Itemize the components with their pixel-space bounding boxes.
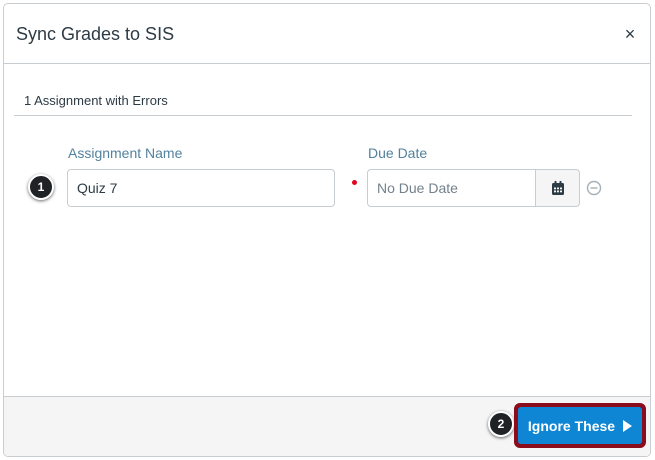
dialog-header: Sync Grades to SIS × [4,4,650,64]
calendar-icon [551,180,564,195]
due-date-input[interactable] [367,169,535,207]
play-icon [623,419,633,432]
ignore-these-label: Ignore These [527,417,616,434]
ignore-these-button-highlight: Ignore These [514,403,646,448]
calendar-button[interactable] [535,169,580,207]
step-callout-1: 1 [28,174,54,200]
dialog-title: Sync Grades to SIS [16,24,175,44]
assignment-name-input[interactable] [67,169,335,207]
close-icon[interactable]: × [622,25,638,43]
assignment-name-label: Assignment Name [68,145,183,161]
remove-row-button[interactable] [586,180,602,196]
minus-circle-icon [586,180,602,196]
required-indicator [352,180,357,185]
step-callout-2: 2 [488,411,514,437]
divider [14,115,632,116]
sync-grades-dialog: Sync Grades to SIS × 1 Assignment with E… [3,3,651,457]
errors-heading: 1 Assignment with Errors [24,93,168,108]
ignore-these-button[interactable]: Ignore These [518,407,642,444]
due-date-label: Due Date [368,145,428,161]
